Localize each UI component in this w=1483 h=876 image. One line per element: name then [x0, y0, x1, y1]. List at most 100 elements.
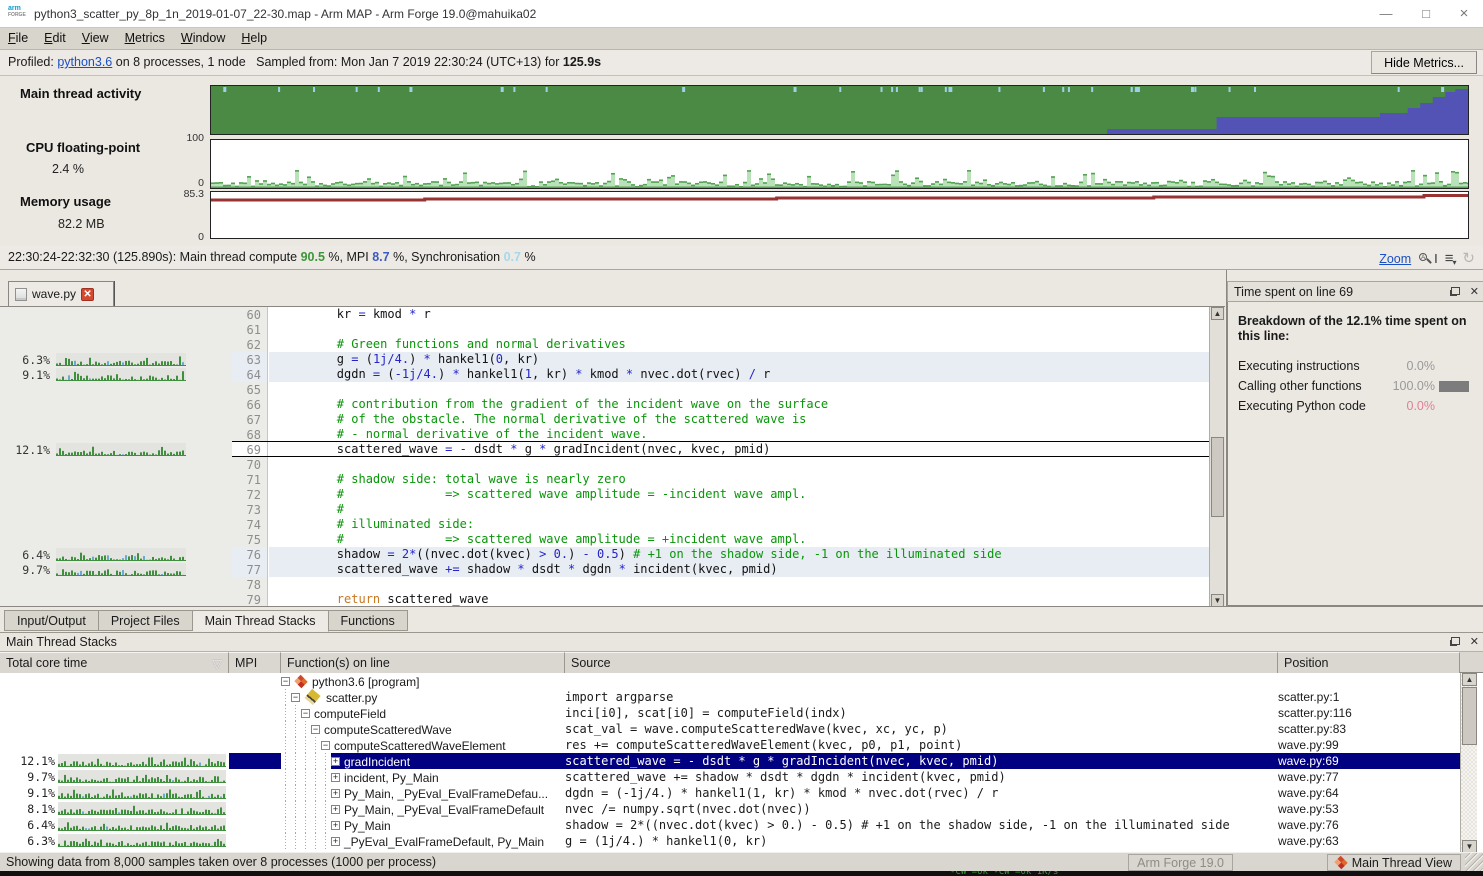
line-code[interactable]: dgdn = (-1j/4.) * hankel1(1, kr) * kmod …	[269, 367, 1209, 382]
cpu-floating-point-chart[interactable]	[210, 139, 1469, 189]
source-editor[interactable]: ▲ ▼ 60 kr = kmod * r6162 # Green functio…	[0, 306, 1225, 606]
stack-row-python3.6[interactable]: −python3.6 [program]	[0, 673, 1466, 689]
editor-line-60[interactable]: 60 kr = kmod * r	[0, 307, 1225, 322]
function-cell[interactable]: +Py_Main	[281, 817, 565, 833]
function-cell[interactable]: −python3.6 [program]	[281, 673, 565, 689]
function-cell[interactable]: +gradIncident	[281, 753, 565, 769]
table-scrollbar[interactable]: ▲ ▼	[1460, 673, 1477, 853]
function-cell[interactable]: −computeField	[281, 705, 565, 721]
function-cell[interactable]: −computeScatteredWave	[281, 721, 565, 737]
tab-close-icon[interactable]: ✕	[81, 288, 94, 301]
stack-row-computeField[interactable]: −computeFieldinci[i0], scat[i0] = comput…	[0, 705, 1466, 721]
stack-row-Py_Main[interactable]: 9.1%+Py_Main, _PyEval_EvalFrameDefau...d…	[0, 785, 1466, 801]
line-code[interactable]: # contribution from the gradient of the …	[269, 397, 1209, 412]
main-thread-activity-chart[interactable]	[210, 85, 1469, 135]
line-code[interactable]: # illuminated side:	[269, 517, 1209, 532]
minimize-button[interactable]: —	[1369, 4, 1403, 24]
resize-grip[interactable]	[1465, 853, 1483, 872]
editor-line-72[interactable]: 72 # => scattered wave amplitude = -inci…	[0, 487, 1225, 502]
scroll-up-icon[interactable]: ▲	[1462, 673, 1477, 686]
editor-line-79[interactable]: 79 return scattered_wave	[0, 592, 1225, 606]
column-header-function-s-on-line[interactable]: Function(s) on line	[281, 652, 565, 673]
editor-line-63[interactable]: 6.3%63 g = (1j/4.) * hankel1(0, kr)	[0, 352, 1225, 367]
menu-help[interactable]: Help	[233, 28, 275, 50]
expand-icon[interactable]: +	[331, 837, 340, 846]
tab-input-output[interactable]: Input/Output	[4, 610, 99, 631]
stack-row-computeScatteredWaveElement[interactable]: −computeScatteredWaveElementres += compu…	[0, 737, 1466, 753]
expand-icon[interactable]: +	[331, 821, 340, 830]
expand-icon[interactable]: +	[331, 757, 340, 766]
line-code[interactable]: #	[269, 502, 1209, 517]
editor-line-61[interactable]: 61	[0, 322, 1225, 337]
menu-window[interactable]: Window	[173, 28, 233, 50]
function-cell[interactable]: +Py_Main, _PyEval_EvalFrameDefau...	[281, 785, 565, 801]
stack-row-Py_Main[interactable]: 6.4%+Py_Mainshadow = 2*((nvec.dot(kvec) …	[0, 817, 1466, 833]
line-code[interactable]: # - normal derivative of the incident wa…	[269, 427, 1209, 442]
line-code[interactable]: # shadow side: total wave is nearly zero	[269, 472, 1209, 487]
editor-line-69[interactable]: 12.1%69 scattered_wave = - dsdt * g * gr…	[0, 442, 1225, 457]
tab-project-files[interactable]: Project Files	[99, 610, 193, 631]
editor-line-71[interactable]: 71 # shadow side: total wave is nearly z…	[0, 472, 1225, 487]
line-code[interactable]: shadow = 2*((nvec.dot(kvec) > 0.) - 0.5)…	[269, 547, 1209, 562]
panel-close-icon[interactable]: ✕	[1470, 636, 1479, 648]
hide-metrics-button[interactable]: Hide Metrics...	[1371, 51, 1477, 74]
column-header-position[interactable]: Position	[1278, 652, 1460, 673]
zoom-link[interactable]: Zoom	[1379, 252, 1411, 266]
line-code[interactable]	[269, 457, 1209, 472]
editor-line-74[interactable]: 74 # illuminated side:	[0, 517, 1225, 532]
expand-icon[interactable]: +	[331, 773, 340, 782]
reset-zoom-icon[interactable]: ↻	[1462, 250, 1475, 267]
undock-icon[interactable]	[1451, 287, 1460, 295]
line-code[interactable]: scattered_wave = - dsdt * g * gradIncide…	[269, 442, 1209, 457]
maximize-button[interactable]: □	[1409, 4, 1443, 24]
collapse-icon[interactable]: −	[291, 693, 300, 702]
collapse-icon[interactable]: −	[321, 741, 330, 750]
line-code[interactable]: scattered_wave += shadow * dsdt * dgdn *…	[269, 562, 1209, 577]
editor-line-66[interactable]: 66 # contribution from the gradient of t…	[0, 397, 1225, 412]
line-code[interactable]: # Green functions and normal derivatives	[269, 337, 1209, 352]
collapse-icon[interactable]: −	[311, 725, 320, 734]
line-code[interactable]	[269, 322, 1209, 337]
stack-row-scatter.py[interactable]: −scatter.pyimport argparsescatter.py:1	[0, 689, 1466, 705]
editor-line-68[interactable]: 68 # - normal derivative of the incident…	[0, 427, 1225, 442]
metrics-list-icon[interactable]: ≡▾	[1445, 250, 1456, 267]
stack-row-gradIncident[interactable]: 12.1%+gradIncidentscattered_wave = - dsd…	[0, 753, 1466, 769]
column-header-source[interactable]: Source	[565, 652, 1278, 673]
table-scrollbar-thumb[interactable]	[1462, 687, 1477, 745]
editor-line-76[interactable]: 6.4%76 shadow = 2*((nvec.dot(kvec) > 0.)…	[0, 547, 1225, 562]
view-mode-badge[interactable]: Main Thread View	[1327, 854, 1461, 871]
line-code[interactable]: # => scattered wave amplitude = +inciden…	[269, 532, 1209, 547]
function-cell[interactable]: +Py_Main, _PyEval_EvalFrameDefault	[281, 801, 565, 817]
menu-metrics[interactable]: Metrics	[117, 28, 173, 50]
function-cell[interactable]: −computeScatteredWaveElement	[281, 737, 565, 753]
editor-line-64[interactable]: 9.1%64 dgdn = (-1j/4.) * hankel1(1, kr) …	[0, 367, 1225, 382]
close-button[interactable]: ×	[1447, 4, 1481, 24]
undock-icon[interactable]	[1451, 637, 1460, 645]
line-code[interactable]	[269, 382, 1209, 397]
tab-wave-py[interactable]: wave.py ✕	[8, 281, 114, 306]
line-code[interactable]	[269, 577, 1209, 592]
line-code[interactable]: kr = kmod * r	[269, 307, 1209, 322]
panel-close-icon[interactable]: ✕	[1470, 286, 1479, 298]
menu-view[interactable]: View	[74, 28, 117, 50]
function-cell[interactable]: −scatter.py	[281, 689, 565, 705]
sort-indicator-icon[interactable]: ▽	[212, 656, 222, 671]
editor-line-67[interactable]: 67 # of the obstacle. The normal derivat…	[0, 412, 1225, 427]
menu-file[interactable]: File	[0, 28, 36, 50]
editor-line-73[interactable]: 73 #	[0, 502, 1225, 517]
program-link[interactable]: python3.6	[57, 55, 112, 69]
editor-line-65[interactable]: 65	[0, 382, 1225, 397]
line-code[interactable]: # of the obstacle. The normal derivative…	[269, 412, 1209, 427]
stack-row-computeScatteredWave[interactable]: −computeScatteredWavescat_val = wave.com…	[0, 721, 1466, 737]
editor-line-75[interactable]: 75 # => scattered wave amplitude = +inci…	[0, 532, 1225, 547]
line-code[interactable]: # => scattered wave amplitude = -inciden…	[269, 487, 1209, 502]
tab-main-thread-stacks[interactable]: Main Thread Stacks	[193, 610, 329, 632]
title-bar[interactable]: armFORGE python3_scatter_py_8p_1n_2019-0…	[0, 0, 1483, 28]
expand-icon[interactable]: +	[331, 789, 340, 798]
function-cell[interactable]: +incident, Py_Main	[281, 769, 565, 785]
tab-functions[interactable]: Functions	[329, 610, 408, 631]
column-header-mpi[interactable]: MPI	[229, 652, 281, 673]
function-cell[interactable]: +_PyEval_EvalFrameDefault, Py_Main	[281, 833, 565, 849]
editor-line-70[interactable]: 70	[0, 457, 1225, 472]
editor-line-77[interactable]: 9.7%77 scattered_wave += shadow * dsdt *…	[0, 562, 1225, 577]
